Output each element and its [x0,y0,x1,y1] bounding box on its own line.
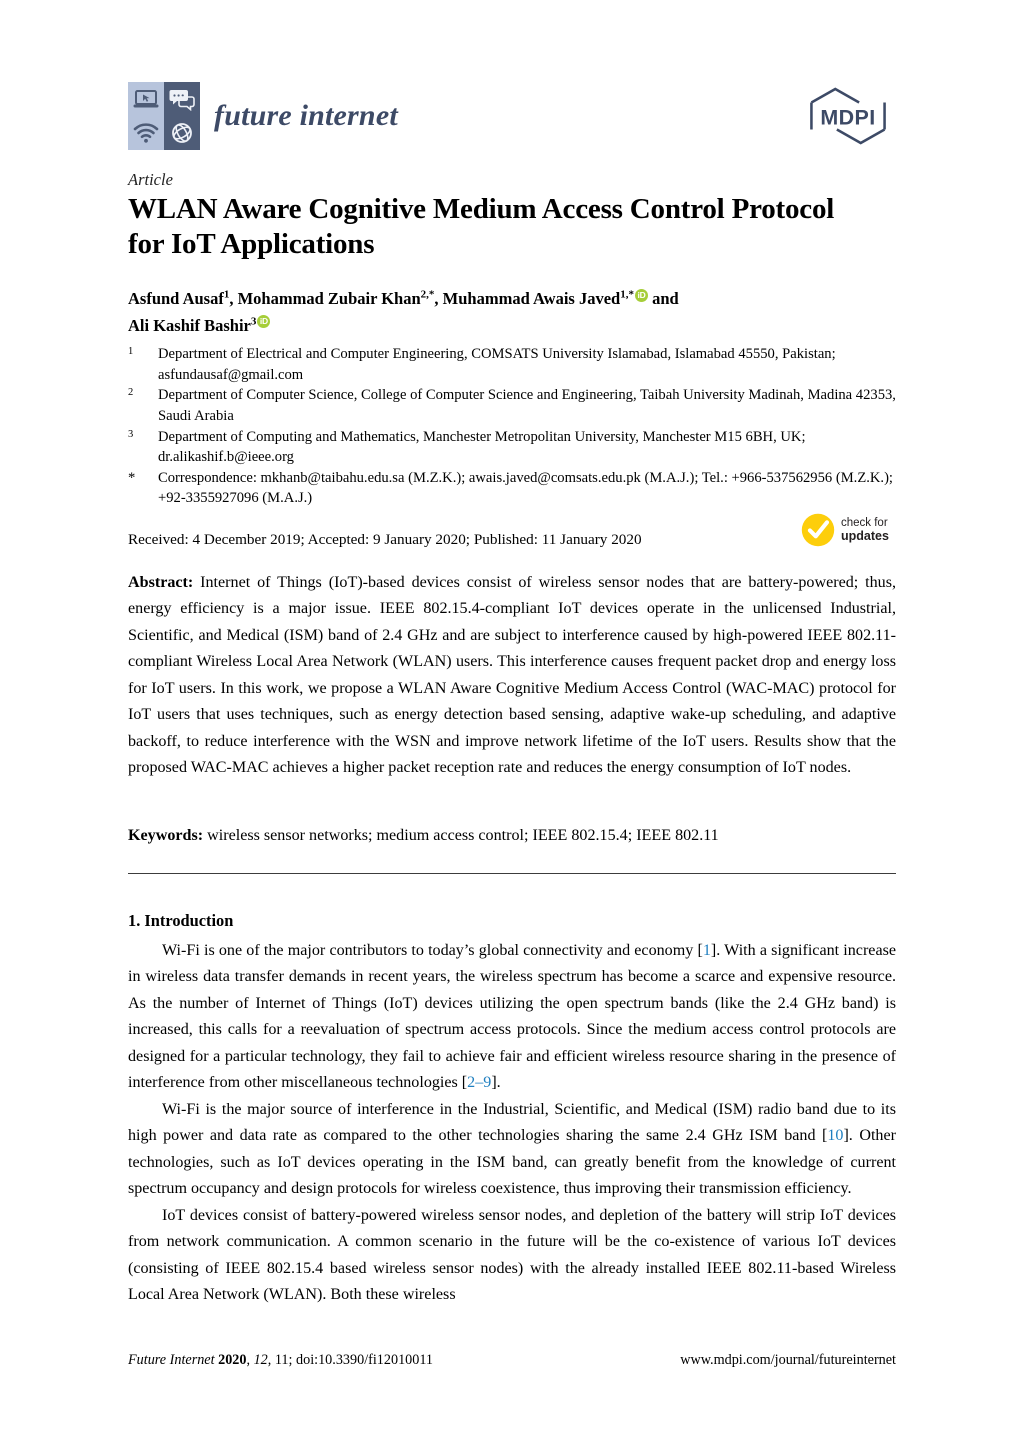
affiliation-item: 2 Department of Computer Science, Colleg… [128,385,898,426]
mdpi-logo: MDPI [810,87,886,145]
chat-icon [164,82,200,116]
author-separator: , [434,289,443,308]
affiliation-text: Department of Computing and Mathematics,… [158,428,806,466]
affiliation-marker: 1 [128,346,134,357]
keywords-section: Keywords: wireless sensor networks; medi… [128,823,896,849]
journal-title: future internet [214,99,398,132]
footer-citation: Future Internet 2020, 12, 11; doi:10.339… [128,1352,434,1368]
keywords-text: wireless sensor networks; medium access … [207,827,719,844]
author-affiliation-marker: 1,* [620,288,634,301]
citation-link[interactable]: 10 [827,1127,843,1144]
footer-year: 2020 [218,1352,247,1368]
footer-journal-name: Future Internet [128,1352,215,1368]
footer-doi: doi:10.3390/fi12010011 [296,1352,434,1368]
correspondence-text: Correspondence: mkhanb@taibahu.edu.sa (M… [158,469,893,507]
paper-page: future internet MDPI Article WLAN Aware … [0,0,1020,1442]
section-divider [128,873,896,874]
citation-link[interactable]: 1 [703,942,711,959]
badge-text: check for updates [841,517,889,544]
author-separator: , [229,289,238,308]
orcid-icon[interactable]: iD [257,315,271,329]
section-heading-introduction: 1. Introduction [128,911,234,930]
footer-article-number: 11 [274,1352,289,1368]
wifi-icon [128,116,164,150]
correspondence-marker: * [128,469,136,486]
affiliation-marker: 2 [128,387,134,399]
author-affiliation-marker: 2,* [420,288,435,301]
author-line-1: Asfund Ausaf1, Mohammad Zubair Khan2,*, … [128,288,679,308]
abstract-label: Abstract: [128,574,194,591]
author-separator: and [647,289,679,308]
badge-line-2: updates [841,529,889,544]
svg-text:MDPI: MDPI [820,106,875,130]
affiliation-item: 3 Department of Computing and Mathematic… [128,427,898,468]
page-footer: Future Internet 2020, 12, 11; doi:10.339… [128,1352,896,1369]
page-title: WLAN Aware Cognitive Medium Access Contr… [128,193,835,261]
author-list: Asfund Ausaf1, Mohammad Zubair Khan2,*, … [128,286,888,339]
affiliation-list: 1 Department of Electrical and Computer … [128,344,898,509]
publication-dates: Received: 4 December 2019; Accepted: 9 J… [128,531,642,548]
badge-line-1: check for [841,516,888,529]
globe-icon [164,116,200,150]
paragraph: IoT devices consist of battery-powered w… [128,1206,896,1304]
author-name: Asfund Ausaf [128,289,224,308]
affiliation-item: 1 Department of Electrical and Computer … [128,344,898,385]
check-for-updates-badge[interactable]: check for updates [800,512,889,548]
author-name: Muhammad Awais Javed [442,289,621,308]
author-name: Mohammad Zubair Khan [237,289,421,308]
affiliation-text: Department of Electrical and Computer En… [158,346,836,383]
journal-logo [128,82,200,150]
checkmark-icon [801,513,835,547]
paragraph: Wi-Fi is one of the major contributors t… [128,942,897,1092]
author-affiliation-marker: 3 [250,315,257,328]
orcid-icon[interactable]: iD [634,288,648,302]
footer-url[interactable]: www.mdpi.com/journal/futureinternet [680,1352,896,1369]
author-line-2: Ali Kashif Bashir3 iD [128,315,271,335]
affiliation-marker: 3 [128,428,134,440]
journal-brand: future internet [128,82,398,150]
keywords-label: Keywords: [128,827,204,844]
footer-volume: 12 [253,1352,268,1368]
author-name: Ali Kashif Bashir [128,315,251,335]
affiliation-text: Department of Computer Science, College … [158,387,896,424]
citation-link[interactable]: 2–9 [467,1074,491,1091]
paragraph: Wi-Fi is the major source of interferenc… [128,1100,896,1198]
abstract-text: Internet of Things (IoT)-based devices c… [128,574,896,777]
masthead: future internet MDPI [128,78,896,154]
section-body: Wi-Fi is one of the major contributors t… [128,938,896,1309]
laptop-icon [128,82,164,116]
correspondence-item: * Correspondence: mkhanb@taibahu.edu.sa … [128,468,898,509]
abstract-section: Abstract: Internet of Things (IoT)-based… [128,570,896,782]
article-type-label: Article [128,170,173,189]
